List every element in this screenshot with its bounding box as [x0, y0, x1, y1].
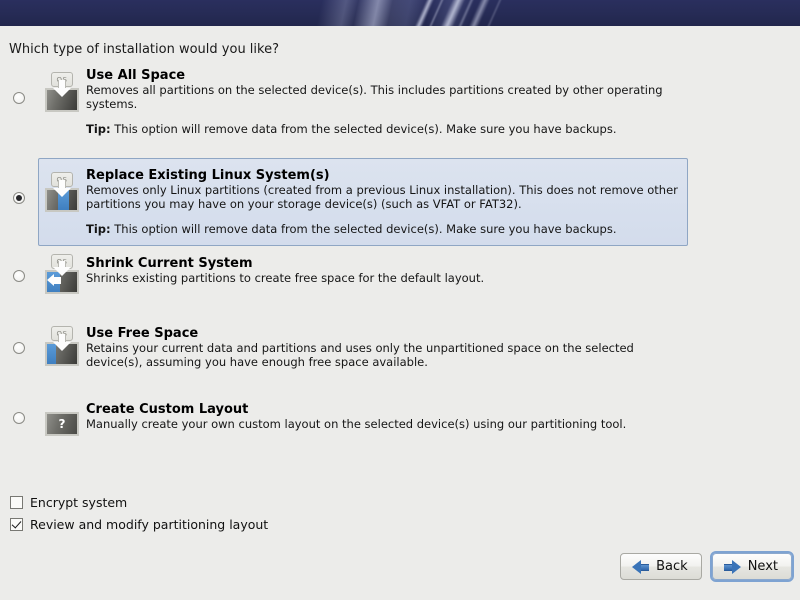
next-button[interactable]: Next [709, 551, 795, 582]
disk-arrow-down-icon: OS [43, 72, 81, 114]
radio-use-free-space[interactable] [13, 342, 25, 354]
question-mark-label: ? [45, 412, 79, 436]
icon-wrap: OS [38, 252, 86, 296]
disk-blue-left-icon: OS [43, 326, 81, 368]
disk-arrow-down-blue-center-icon: OS [43, 172, 81, 214]
option-title: Use Free Space [86, 326, 199, 341]
radio-replace-existing-linux[interactable] [13, 192, 25, 204]
option-description: Removes all partitions on the selected d… [86, 83, 663, 111]
option-description: Removes only Linux partitions (created f… [86, 183, 678, 211]
arrow-right-icon [723, 559, 741, 574]
question-mark-disk-icon: ? [45, 408, 79, 436]
radio-wrap[interactable] [0, 160, 38, 204]
icon-wrap: OS [38, 160, 86, 214]
next-button-label: Next [747, 559, 778, 574]
option-row-replace-existing-linux[interactable]: OS Replace Existing Linux System(s) Remo… [0, 156, 800, 248]
icon-wrap: ? [38, 398, 86, 436]
checkbox-label-encrypt-system: Encrypt system [30, 494, 128, 510]
option-text: Shrink Current System Shrinks existing p… [86, 252, 800, 286]
checkbox-encrypt-system[interactable] [10, 495, 23, 509]
radio-wrap[interactable] [0, 252, 38, 282]
checkbox-row-review-modify-partitioning[interactable]: Review and modify partitioning layout [10, 513, 268, 535]
option-title: Create Custom Layout [86, 402, 249, 417]
radio-wrap[interactable] [0, 322, 38, 354]
footer-button-bar: Back Next [620, 551, 795, 582]
option-tip: Tip: This option will remove data from t… [86, 222, 682, 237]
option-text: Replace Existing Linux System(s) Removes… [86, 160, 800, 237]
option-description: Retains your current data and partitions… [86, 341, 634, 369]
options-checkbox-group: Encrypt system Review and modify partiti… [10, 491, 268, 535]
radio-shrink-current-system[interactable] [13, 270, 25, 282]
disk-arrow-left-icon: OS [43, 254, 81, 296]
arrow-left-icon [632, 559, 650, 574]
option-title: Replace Existing Linux System(s) [86, 168, 330, 183]
radio-wrap[interactable] [0, 398, 38, 424]
icon-wrap: OS [38, 66, 86, 114]
option-row-use-all-space[interactable]: OS Use All Space Removes all partitions … [0, 62, 800, 156]
option-text: Use All Space Removes all partitions on … [86, 66, 800, 137]
option-title: Shrink Current System [86, 256, 253, 271]
back-button-label: Back [656, 559, 688, 574]
tip-text: This option will remove data from the se… [114, 222, 617, 236]
tip-label: Tip: [86, 222, 111, 236]
option-text: Use Free Space Retains your current data… [86, 322, 800, 369]
tip-label: Tip: [86, 122, 111, 136]
option-description: Shrinks existing partitions to create fr… [86, 271, 485, 285]
option-tip: Tip: This option will remove data from t… [86, 122, 682, 137]
installation-type-option-list: OS Use All Space Removes all partitions … [0, 62, 800, 454]
option-row-create-custom-layout[interactable]: ? Create Custom Layout Manually create y… [0, 394, 800, 454]
option-title: Use All Space [86, 68, 186, 83]
option-text: Create Custom Layout Manually create you… [86, 398, 800, 432]
icon-wrap: OS [38, 322, 86, 368]
back-button[interactable]: Back [620, 553, 702, 580]
tip-text: This option will remove data from the se… [114, 122, 617, 136]
page-title: Which type of installation would you lik… [9, 42, 279, 57]
option-row-use-free-space[interactable]: OS Use Free Space Retains your current d… [0, 318, 800, 394]
radio-wrap[interactable] [0, 66, 38, 104]
option-row-shrink-current-system[interactable]: OS Shrink Current System Shrinks existin… [0, 248, 800, 318]
checkbox-review-modify-partitioning[interactable] [10, 517, 23, 531]
radio-use-all-space[interactable] [13, 92, 25, 104]
checkbox-label-review-modify-partitioning: Review and modify partitioning layout [30, 516, 269, 532]
option-description: Manually create your own custom layout o… [86, 417, 627, 431]
header-banner [0, 0, 800, 26]
checkbox-row-encrypt-system[interactable]: Encrypt system [10, 491, 268, 513]
radio-create-custom-layout[interactable] [13, 412, 25, 424]
